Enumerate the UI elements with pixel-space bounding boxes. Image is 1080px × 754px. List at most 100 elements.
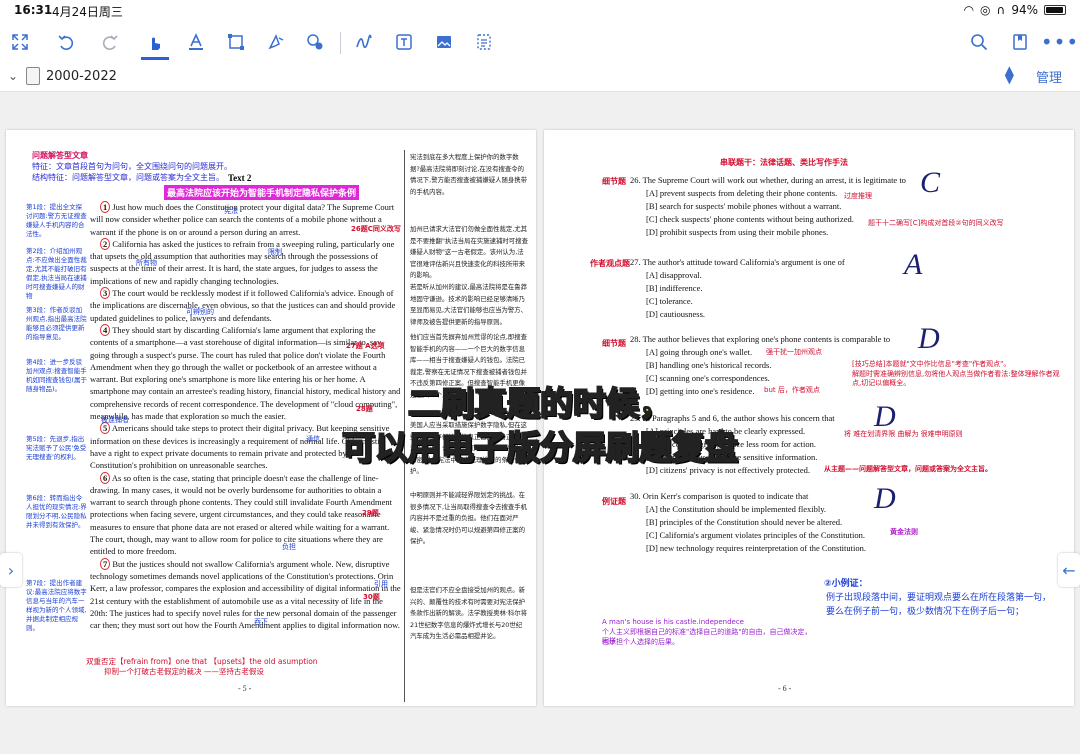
title-banner: 最高法院应该开始为智能手机制定隐私保护条例 — [164, 185, 360, 200]
next-page-button[interactable]: ← — [1058, 553, 1080, 587]
q26-note: 题干十二确写[C]构成对首段②句的同义改写 — [868, 219, 1004, 227]
q-stem: 27. The author's attitude toward Califor… — [630, 257, 845, 267]
para-number: 3 — [100, 287, 111, 300]
caption-line-2: 可以用电子版分屏刷题复盘 — [341, 427, 739, 468]
passage-para-6: 6 As so often is the case, stating that … — [90, 471, 402, 558]
example-line-1: 例子出现段落中间，要证明观点要么在所在段落第一句， — [826, 593, 1052, 603]
passage-para-7: 7 But the justices should not swallow Ca… — [90, 557, 402, 632]
q29-note-misread: 将 难在划清界限 曲解为 很难申明原则 — [844, 430, 963, 438]
toolbar: ••• — [0, 22, 1080, 62]
q26-type-label: 细节题 — [602, 177, 626, 186]
battery-fill — [1046, 7, 1063, 13]
document-title[interactable]: 2000-2022 — [46, 69, 117, 84]
lasso-icon[interactable] — [262, 28, 290, 56]
footer-note-1: 双重否定【refrain from】one that 【upsets】the o… — [86, 657, 318, 666]
caption-line-1: 二刷真题的时候， — [407, 383, 673, 424]
q-option: [D] new technology requires reinterpreta… — [646, 543, 866, 553]
prev-page-button[interactable]: › — [0, 553, 22, 587]
translation-para-6: 中明原则并不能减轻界限划定的挑战。在很多情况下,让当局取得搜查令去搜查手机内容并… — [410, 491, 528, 546]
q-option: [A] disapproval. — [646, 270, 702, 280]
para-text: As so often is the case, stating that pr… — [90, 472, 392, 557]
vocab-note: 限制 — [268, 248, 282, 256]
shape-settings-icon[interactable] — [301, 28, 329, 56]
text-label: Text 2 — [228, 173, 252, 183]
q-option: [A] the Constitution should be implement… — [646, 504, 827, 514]
lock-rotation-icon: ◎ — [980, 3, 991, 17]
text-box-icon[interactable] — [390, 28, 418, 56]
vocab-note: 所有物 — [136, 259, 157, 267]
sort-icon[interactable]: ▲ ▼ — [1005, 64, 1014, 85]
q28-note-interference: 强干扰一加州观点 — [766, 348, 822, 356]
q28-note-method: 解题时需准确辨别信息,勿将他人观点当做作者看法:整体理解作者观点,切记以偏概全。 — [852, 370, 1060, 387]
q29-note-theme: 从主题——问题解答型文章，问题或答案为全文主旨。 — [824, 465, 992, 473]
vocab-note: 负担 — [282, 543, 296, 551]
header-note-type: 问题解答型文章 — [32, 151, 88, 160]
status-bar: 16:31 4月24日周三 ◠ ◎ ∩ 94% — [0, 0, 1080, 20]
q28-note-tip: [技巧总结]本题就"文中作比信息"考查"作者观点"。 — [852, 360, 1011, 368]
vocab-note: 可辨别的 — [186, 308, 214, 316]
para-text: Just how much does the Constitution prot… — [90, 202, 395, 237]
passage-para-3: 3 The court would be recklessly modest i… — [90, 287, 402, 324]
q26-marker: 26题C同义改写 — [351, 225, 401, 233]
manage-button[interactable]: 管理 — [1036, 67, 1062, 86]
rectangle-select-icon[interactable] — [222, 28, 250, 56]
ocr-scan-icon[interactable] — [470, 28, 498, 56]
document-tabbar: ⌄ 2000-2022 ▲ ▼ 管理 — [0, 62, 1080, 92]
para-number: 4 — [100, 323, 111, 336]
pen-icon[interactable] — [350, 28, 378, 56]
q-stem: 30. Orin Kerr's comparison is quoted to … — [630, 491, 809, 501]
side-note-2: 第2段：介绍加州观点:不应做出全面性裁定,尤其不能打破旧有假定,执法当局在逮捕时… — [26, 247, 87, 300]
question-27: 27. The author's attitude toward Califor… — [630, 256, 980, 321]
battery-percent: 94% — [1011, 3, 1038, 17]
q26-answer: C — [920, 166, 941, 199]
proverb-en: A man's house is his castle.independece — [602, 618, 744, 626]
vocab-note: 被逮捕者 — [101, 416, 129, 424]
footer-note-2: 抑制一个打破古老假定的裁决 ——坚持古老假设 — [104, 667, 264, 676]
q28-answer: D — [918, 322, 940, 355]
status-time: 16:31 — [14, 3, 53, 17]
more-icon[interactable]: ••• — [1041, 28, 1078, 56]
chevron-down-icon[interactable]: ⌄ — [8, 69, 18, 83]
video-caption-overlay: 二刷真题的时候， 可以用电子版分屏刷题复盘 — [300, 382, 780, 470]
example-line-2: 要么在例子前一句，极少数情况下在例子后一句； — [826, 607, 1025, 617]
q-option: [C] tolerance. — [646, 296, 693, 306]
proverb-cn-2: 也承担个人选择的后果。 — [602, 638, 679, 646]
collapse-icon[interactable] — [6, 28, 34, 56]
q27-type-label: 作者观点题 — [590, 259, 630, 268]
para-number: 2 — [100, 237, 111, 250]
side-note-6: 第6段：转而指出令人担忧的现实情况:界限划分不明,公民隐私并未得到有效保护。 — [26, 494, 87, 529]
vocab-note: 宪法 — [224, 207, 238, 215]
para-number: 6 — [100, 471, 111, 484]
q27-marker: 27题 A选项 — [346, 342, 385, 350]
translation-para-3: 若是听从加州的建议,最高法院将是在鲁莽地固守谦逊。技术的影响已经足够清晰乃至显而… — [410, 283, 528, 326]
wifi-icon: ◠ — [963, 3, 975, 17]
text-highlight-icon[interactable] — [182, 28, 210, 56]
header-note-structure: 结构特征：问题解答型文章，问题或答案为全文主旨。 — [32, 173, 224, 182]
translation-para-2: 加州已请求大法官们勿做全面性裁定,尤其是不要推翻"执法当局在实施逮捕时可搜查嫌疑… — [410, 225, 528, 280]
search-icon[interactable] — [965, 28, 993, 56]
page5-header-notes: 问题解答型文章 特征：文章首段首句为问句，全文围绕问句的问题展开。 结构特征：问… — [32, 150, 232, 183]
question-30: 30. Orin Kerr's comparison is quoted to … — [630, 490, 980, 555]
header-note-feature: 特征：文章首段首句为问句，全文围绕问句的问题展开。 — [32, 162, 232, 171]
q-option: [B] principles of the Constitution shoul… — [646, 517, 843, 527]
vocab-note: 吞下 — [254, 618, 268, 626]
document-icon — [26, 67, 40, 85]
q29-answer: D — [874, 400, 896, 433]
q30-type-label: 例证题 — [602, 497, 626, 506]
q30-note-golden-rule: 黄金法则 — [890, 528, 918, 536]
side-note-7: 第7段：提出作者建议:最高法院应将数字信息与当年的汽车一样视为新的个人领域,并据… — [26, 579, 87, 632]
document-canvas[interactable]: 问题解答型文章 特征：文章首段首句为问句，全文围绕问句的问题展开。 结构特征：问… — [0, 92, 1080, 754]
bookmark-icon[interactable] — [1006, 28, 1034, 56]
para-number: 1 — [100, 201, 111, 213]
status-right: ◠ ◎ ∩ 94% — [964, 3, 1066, 17]
redo-icon[interactable] — [96, 28, 124, 56]
hand-tool-icon[interactable] — [141, 28, 169, 60]
image-icon[interactable] — [430, 28, 458, 56]
q30-marker: 30题 — [363, 593, 380, 601]
side-note-5: 第5段：先退步,指出宪法赋予了公民'免受无理搜查'的权利。 — [26, 435, 87, 461]
q27-note-overreach: 过度推理 — [844, 192, 872, 200]
headphones-icon: ∩ — [996, 3, 1006, 17]
status-date: 4月24日周三 — [52, 5, 123, 19]
battery-icon — [1044, 5, 1066, 15]
undo-icon[interactable] — [52, 28, 80, 56]
